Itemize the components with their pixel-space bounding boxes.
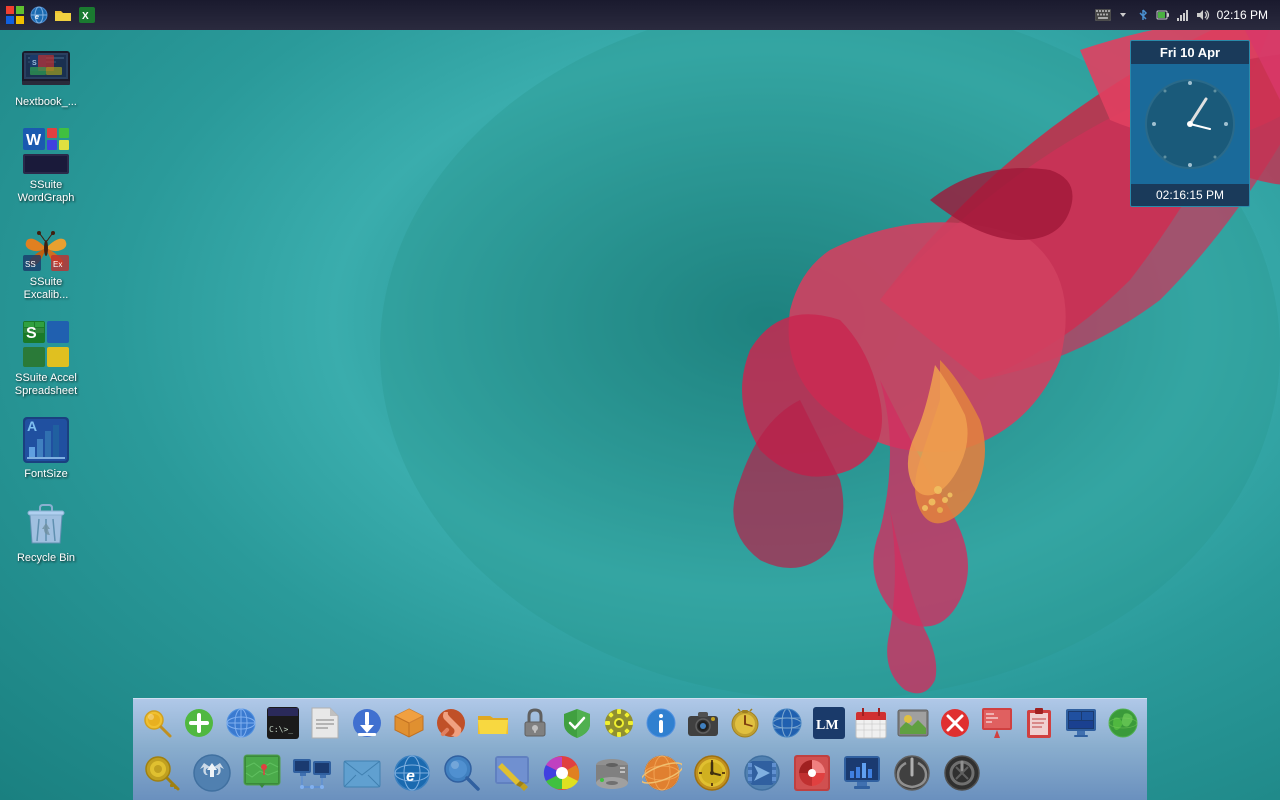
dock-cmd[interactable]: C:\>_ bbox=[263, 703, 303, 743]
dock-map-pin[interactable] bbox=[977, 703, 1017, 743]
excalib-icon[interactable]: SS Ex SSuite Excalib... bbox=[10, 220, 82, 306]
dock-pen-edit[interactable] bbox=[489, 750, 535, 796]
system-tray bbox=[1095, 7, 1211, 23]
windows-start-button[interactable] bbox=[4, 4, 26, 26]
dock-ie-browser[interactable]: e bbox=[389, 750, 435, 796]
dock-magnifier-yellow[interactable] bbox=[137, 703, 177, 743]
clock-time: 02:16 PM bbox=[1217, 8, 1268, 22]
dock-scissors[interactable] bbox=[739, 750, 785, 796]
dock-power-off[interactable] bbox=[939, 750, 985, 796]
dock-tools[interactable] bbox=[431, 703, 471, 743]
volume-tray-icon[interactable] bbox=[1195, 7, 1211, 23]
dock-download[interactable] bbox=[347, 703, 387, 743]
dock-folder[interactable] bbox=[473, 703, 513, 743]
dock-monitor2[interactable] bbox=[839, 750, 885, 796]
dock-calendar[interactable] bbox=[851, 703, 891, 743]
svg-text:X: X bbox=[82, 11, 89, 22]
dock-monitor[interactable] bbox=[1061, 703, 1101, 743]
tray-dropdown-icon[interactable] bbox=[1115, 7, 1131, 23]
fontsize-label: FontSize bbox=[24, 468, 67, 481]
wordgraph-icon[interactable]: W SSuite WordGraph bbox=[10, 123, 82, 209]
dock-map-network[interactable] bbox=[239, 750, 285, 796]
excalib-icon-img: SS Ex bbox=[22, 224, 70, 272]
fontsize-icon-img: A bbox=[22, 416, 70, 464]
svg-text:SS: SS bbox=[25, 260, 36, 269]
svg-text:Ex: Ex bbox=[53, 260, 62, 269]
dock-timer[interactable] bbox=[725, 703, 765, 743]
accel-icon[interactable]: S SSuite Accel Spreadsheet bbox=[10, 316, 82, 402]
signal-tray-icon[interactable] bbox=[1175, 7, 1191, 23]
clock-face bbox=[1131, 64, 1249, 184]
dock-power-standby[interactable] bbox=[889, 750, 935, 796]
accel-icon-img: S bbox=[22, 320, 70, 368]
dock-mail[interactable] bbox=[339, 750, 385, 796]
dock-shield[interactable] bbox=[557, 703, 597, 743]
dock-browser[interactable] bbox=[767, 703, 807, 743]
dock-color-picker[interactable] bbox=[539, 750, 585, 796]
dock-network-globe[interactable] bbox=[221, 703, 261, 743]
svg-text:e: e bbox=[406, 768, 415, 785]
accel-label: SSuite Accel Spreadsheet bbox=[14, 372, 78, 398]
recycle-bin-icon-img bbox=[22, 500, 70, 548]
dock-row-bottom: e bbox=[133, 746, 1147, 800]
clock-time-label: 02:16:15 PM bbox=[1131, 184, 1249, 206]
svg-text:W: W bbox=[26, 132, 42, 149]
dock-disk[interactable] bbox=[589, 750, 635, 796]
ie-taskbar-icon[interactable]: e bbox=[28, 4, 50, 26]
dock-photo[interactable] bbox=[893, 703, 933, 743]
fontsize-icon[interactable]: A FontSize bbox=[10, 412, 82, 485]
dock-key-search[interactable] bbox=[139, 750, 185, 796]
desktop-icons-container: S Nextbook_... W bbox=[10, 40, 82, 569]
dock-info[interactable] bbox=[641, 703, 681, 743]
svg-text:S: S bbox=[32, 60, 37, 67]
bluetooth-tray-icon[interactable] bbox=[1135, 7, 1151, 23]
dock-package[interactable] bbox=[389, 703, 429, 743]
taskbar-top: e X bbox=[0, 0, 1280, 30]
svg-text:C:\>_: C:\>_ bbox=[269, 725, 293, 734]
dock-document[interactable] bbox=[305, 703, 345, 743]
dock-tasks[interactable] bbox=[1019, 703, 1059, 743]
dock-camera[interactable] bbox=[683, 703, 723, 743]
dock-magnifier-blue[interactable] bbox=[439, 750, 485, 796]
svg-text:e: e bbox=[35, 14, 39, 21]
recycle-bin-label: Recycle Bin bbox=[17, 552, 75, 565]
wordgraph-label: SSuite WordGraph bbox=[14, 179, 78, 205]
dock-x-close[interactable] bbox=[935, 703, 975, 743]
wordgraph-icon-img: W bbox=[22, 127, 70, 175]
taskbar-top-right: 02:16 PM bbox=[1095, 7, 1276, 23]
svg-text:S: S bbox=[26, 325, 37, 342]
nextbook-icon[interactable]: S Nextbook_... bbox=[10, 40, 82, 113]
dock-add-green[interactable] bbox=[179, 703, 219, 743]
nextbook-icon-img: S bbox=[22, 44, 70, 92]
recycle-bin-icon[interactable]: Recycle Bin bbox=[10, 496, 82, 569]
dock-clock2[interactable] bbox=[689, 750, 735, 796]
clock-date: Fri 10 Apr bbox=[1131, 41, 1249, 64]
folder-taskbar-icon[interactable] bbox=[52, 4, 74, 26]
dock-settings[interactable] bbox=[599, 703, 639, 743]
dock-map-globe[interactable] bbox=[1103, 703, 1143, 743]
excel-taskbar-icon[interactable]: X bbox=[76, 4, 98, 26]
dock-lock[interactable] bbox=[515, 703, 555, 743]
svg-text:A: A bbox=[27, 418, 37, 434]
battery-tray-icon[interactable] bbox=[1155, 7, 1171, 23]
dock-row-top: C:\>_ bbox=[133, 698, 1147, 746]
dock-network-computer[interactable] bbox=[289, 750, 335, 796]
svg-text:LM: LM bbox=[816, 718, 839, 733]
excalib-label: SSuite Excalib... bbox=[14, 276, 78, 302]
dock-web-globe[interactable] bbox=[639, 750, 685, 796]
dock-lm-icon[interactable]: LM bbox=[809, 703, 849, 743]
keyboard-tray-icon[interactable] bbox=[1095, 7, 1111, 23]
dock-container: C:\>_ bbox=[133, 698, 1147, 800]
dock-recycle[interactable] bbox=[189, 750, 235, 796]
desktop: e X bbox=[0, 0, 1280, 800]
nextbook-label: Nextbook_... bbox=[15, 96, 77, 109]
clock-widget: Fri 10 Apr bbox=[1130, 40, 1250, 207]
dock-chart[interactable] bbox=[789, 750, 835, 796]
taskbar-top-left: e X bbox=[4, 4, 98, 26]
